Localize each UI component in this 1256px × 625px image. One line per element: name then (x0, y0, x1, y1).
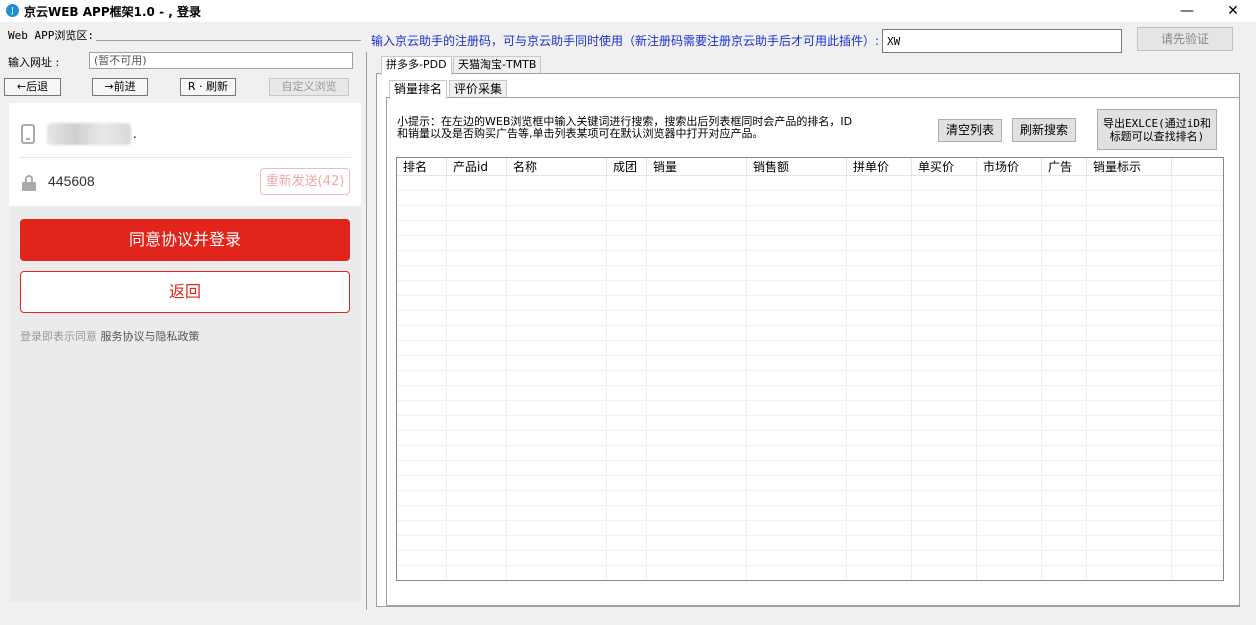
export-label-line: 导出EXLCE(通过iD和 (1103, 117, 1211, 130)
url-label: 输入网址 : (8, 56, 60, 69)
column-header-group-price[interactable]: 拼单价 (847, 158, 912, 176)
phone-icon (21, 124, 35, 144)
column-header-name[interactable]: 名称 (507, 158, 607, 176)
column-divider (646, 176, 647, 580)
registration-label: 输入京云助手的注册码，可与京云助手同时使用（新注册码需要注册京云助手后才可用此插… (371, 34, 880, 48)
divider (96, 40, 361, 41)
column-divider (1041, 176, 1042, 580)
column-header-sales[interactable]: 销量 (647, 158, 747, 176)
minimize-button[interactable]: — (1164, 0, 1210, 22)
divider (19, 157, 351, 158)
lock-icon (22, 175, 36, 191)
terms-notice: 登录即表示同意 服务协议与隐私政策 (20, 328, 200, 344)
column-header-revenue[interactable]: 销售额 (747, 158, 847, 176)
column-header-single-price[interactable]: 单买价 (912, 158, 977, 176)
browser-area-label: Web APP浏览区: (8, 29, 94, 42)
tab-sales-ranking[interactable]: 销量排名 (389, 80, 448, 99)
export-label-line: 标题可以查找排名) (1109, 130, 1205, 143)
resend-code-button[interactable]: 重新发送(42) (260, 168, 350, 195)
terms-link[interactable]: 服务协议与隐私政策 (101, 330, 200, 343)
list-header: 排名 产品id 名称 成团 销量 销售额 拼单价 单买价 市场价 广告 销量标示 (397, 158, 1223, 176)
phone-suffix: . (133, 127, 137, 141)
hint-line: 和销量以及是否购买广告等,单击列表某项可在默认浏览器中打开对应产品。 (397, 127, 764, 140)
window-title: 京云WEB APP框架1.0 - , 登录 (24, 5, 201, 19)
url-input[interactable]: (暂不可用) (89, 52, 353, 69)
title-bar: J 京云WEB APP框架1.0 - , 登录 — ✕ (0, 0, 1256, 22)
terms-prefix: 登录即表示同意 (20, 330, 97, 343)
app-window: J 京云WEB APP框架1.0 - , 登录 — ✕ Web APP浏览区: … (0, 0, 1256, 625)
column-divider (1086, 176, 1087, 580)
column-header-rank[interactable]: 排名 (397, 158, 447, 176)
tab-pdd[interactable]: 拼多多-PDD (381, 56, 452, 75)
refresh-search-button[interactable]: 刷新搜索 (1012, 118, 1076, 142)
list-grid (397, 176, 1223, 580)
verify-button[interactable]: 请先验证 (1137, 27, 1233, 51)
refresh-button[interactable]: R · 刷新 (180, 78, 236, 96)
column-divider (606, 176, 607, 580)
back-nav-button[interactable]: ←后退 (4, 78, 61, 96)
vertical-divider (366, 52, 367, 610)
browser-viewport: . 445608 重新发送(42) 同意协议并登录 返回 登录即表示同意 服务协… (9, 103, 361, 602)
column-header-ad[interactable]: 广告 (1042, 158, 1087, 176)
column-divider (1171, 176, 1172, 580)
column-header-group[interactable]: 成团 (607, 158, 647, 176)
custom-browse-button[interactable]: 自定义浏览 (269, 78, 349, 96)
hint-text: 小提示：在左边的WEB浏览框中输入关键词进行搜索，搜索出后列表框同时会产品的排名… (397, 116, 897, 140)
clear-list-button[interactable]: 清空列表 (938, 119, 1002, 142)
column-header-product-id[interactable]: 产品id (447, 158, 507, 176)
registration-code-input[interactable]: XW (882, 29, 1122, 53)
column-divider (911, 176, 912, 580)
column-divider (976, 176, 977, 580)
login-form: . 445608 重新发送(42) (9, 103, 361, 206)
results-list[interactable]: 排名 产品id 名称 成团 销量 销售额 拼单价 单买价 市场价 广告 销量标示 (396, 157, 1224, 581)
agree-login-button[interactable]: 同意协议并登录 (20, 219, 350, 261)
tab-review-collection[interactable]: 评价采集 (449, 80, 508, 98)
return-button[interactable]: 返回 (20, 271, 350, 313)
column-header-market-price[interactable]: 市场价 (977, 158, 1042, 176)
verification-code-field[interactable]: 445608 (48, 173, 95, 189)
tab-tmtb[interactable]: 天猫淘宝-TMTB (453, 56, 542, 74)
column-divider (846, 176, 847, 580)
phone-number-field[interactable] (47, 123, 131, 145)
export-excel-button[interactable]: 导出EXLCE(通过iD和 标题可以查找排名) (1097, 109, 1217, 150)
close-button[interactable]: ✕ (1210, 0, 1256, 22)
column-divider (446, 176, 447, 580)
forward-nav-button[interactable]: →前进 (92, 78, 148, 96)
column-divider (746, 176, 747, 580)
column-header-sales-mark[interactable]: 销量标示 (1087, 158, 1172, 176)
app-icon: J (6, 4, 19, 17)
column-divider (506, 176, 507, 580)
